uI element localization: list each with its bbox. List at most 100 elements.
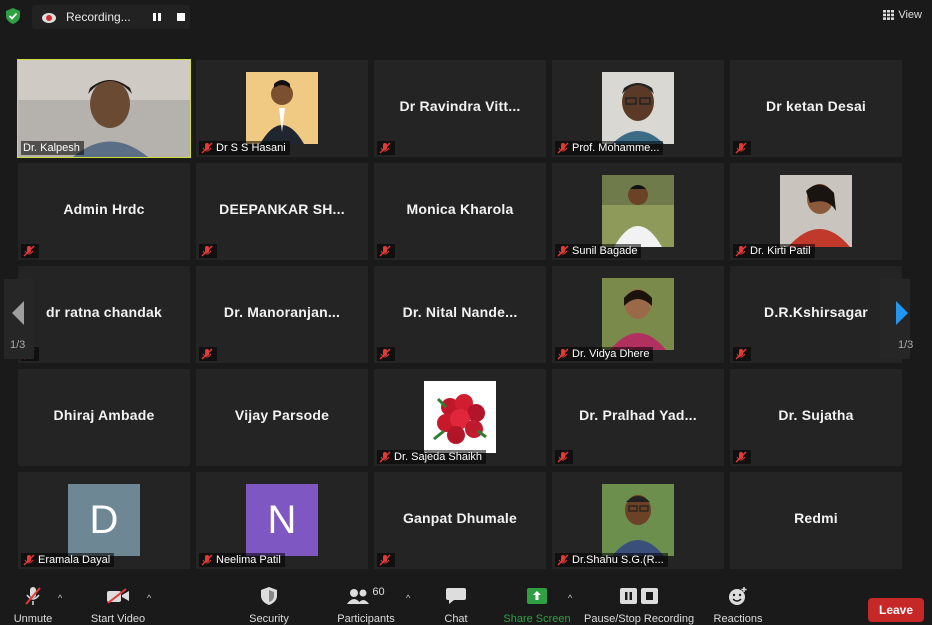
mic-muted-icon [557, 348, 569, 360]
mic-muted-icon [201, 348, 213, 360]
profile-photo [602, 72, 674, 144]
chevron-right-icon [896, 301, 908, 325]
participant-name-label [199, 244, 217, 258]
participant-tile[interactable]: Monica Kharola [374, 163, 546, 260]
participant-tile[interactable]: Dr. Manoranjan... [196, 266, 368, 363]
mic-muted-icon [557, 142, 569, 154]
participant-tile[interactable]: Sunil Bagade [552, 163, 724, 260]
profile-photo [246, 72, 318, 144]
start-video-button[interactable]: Start Video [88, 579, 148, 625]
reactions-button[interactable]: Reactions [710, 579, 766, 625]
stop-recording-icon[interactable] [176, 12, 186, 22]
unmute-button[interactable]: Unmute [8, 579, 58, 625]
participant-tile[interactable]: Dr. Nital Nande... [374, 266, 546, 363]
initial-avatar: D [68, 484, 140, 556]
participant-name-label: Dr.Shahu S.G.(R... [555, 553, 668, 567]
participant-name: Vijay Parsode [234, 407, 330, 423]
next-page-button[interactable]: 1/3 [880, 279, 914, 359]
participant-tile[interactable]: Dr. Kirti Patil [730, 163, 902, 260]
shield-icon [261, 587, 277, 605]
participant-name-label: Sunil Bagade [555, 244, 642, 258]
participant-name-label: Prof. Mohamme... [555, 141, 664, 155]
pause-stop-recording-button[interactable]: Pause/Stop Recording [584, 579, 694, 625]
participant-tile[interactable]: Redmi [730, 472, 902, 569]
previous-page-button[interactable]: 1/3 [4, 279, 34, 359]
pause-recording-icon[interactable] [152, 12, 162, 22]
mic-muted-icon [379, 554, 391, 566]
participant-tile[interactable]: DEEPANKAR SH... [196, 163, 368, 260]
participants-button[interactable]: 60 Participants [332, 579, 400, 625]
participant-tile[interactable]: D.R.Kshirsagar [730, 266, 902, 363]
participant-name-label [199, 347, 217, 361]
page-indicator-right: 1/3 [898, 339, 914, 351]
mic-muted-icon [557, 245, 569, 257]
meeting-toolbar: Unmute ^ Start Video ^ Security 60 Parti… [4, 579, 928, 625]
participant-tile[interactable]: Ganpat Dhumale [374, 472, 546, 569]
video-off-icon [107, 588, 129, 604]
participant-name: Dr. Sujatha [778, 407, 854, 423]
share-screen-button[interactable]: Share Screen [502, 579, 572, 625]
mic-muted-icon [557, 554, 569, 566]
participant-name-label: Dr. Kirti Patil [733, 244, 815, 258]
mic-muted-icon [735, 142, 747, 154]
participant-tile[interactable]: Prof. Mohamme... [552, 60, 724, 157]
participant-name-label: Neelima Patil [199, 553, 285, 567]
participant-name: Dr. Manoranjan... [223, 304, 341, 320]
participant-name-label [377, 141, 395, 155]
recording-cloud-icon [42, 13, 56, 23]
leave-button[interactable]: Leave [868, 598, 924, 622]
mic-muted-icon [201, 245, 213, 257]
participant-name-label [733, 141, 751, 155]
audio-options-caret[interactable]: ^ [58, 593, 62, 603]
profile-photo [602, 484, 674, 556]
participant-tile-active-speaker[interactable]: Dr. Kalpesh [17, 59, 191, 158]
participant-tile[interactable]: Dr. Pralhad Yad... [552, 369, 724, 466]
participant-name-label: Dr. Kalpesh [21, 141, 84, 155]
share-screen-icon [527, 588, 547, 604]
mic-muted-icon [379, 451, 391, 463]
top-bar: Recording... View [4, 4, 928, 30]
share-options-caret[interactable]: ^ [568, 593, 572, 603]
participants-options-caret[interactable]: ^ [406, 593, 410, 603]
encryption-shield-icon[interactable] [6, 8, 20, 24]
participant-name-label [555, 450, 573, 464]
profile-photo [602, 278, 674, 350]
meeting-window: Recording... View Dr. Kalpesh Dr S S Has… [4, 4, 928, 625]
participant-tile[interactable]: Dr. Vidya Dhere [552, 266, 724, 363]
participant-name-label: Dr. Sajeda Shaikh [377, 450, 487, 464]
participant-tile[interactable]: dr ratna chandak [18, 266, 190, 363]
participant-tile[interactable]: Dhiraj Ambade [18, 369, 190, 466]
participant-tile[interactable]: Dr. Sujatha [730, 369, 902, 466]
participant-tile[interactable]: Admin Hrdc [18, 163, 190, 260]
participant-tile[interactable]: Dr. Sajeda Shaikh [374, 369, 546, 466]
participant-name: Dr ketan Desai [765, 98, 867, 114]
reactions-emoji-icon [729, 587, 747, 605]
participant-tile[interactable]: Dr Ravindra Vitt... [374, 60, 546, 157]
mic-muted-icon [735, 451, 747, 463]
participant-tile[interactable]: D Eramala Dayal [18, 472, 190, 569]
participant-name-label [733, 347, 751, 361]
recording-indicator: Recording... [32, 5, 190, 29]
participant-name: Dr. Pralhad Yad... [579, 407, 697, 423]
chevron-left-icon [12, 301, 24, 325]
participant-tile[interactable]: Vijay Parsode [196, 369, 368, 466]
mic-muted-icon [379, 348, 391, 360]
participant-name: DEEPANKAR SH... [219, 201, 345, 217]
participant-name: Ganpat Dhumale [402, 510, 518, 526]
participant-tile[interactable]: N Neelima Patil [196, 472, 368, 569]
video-options-caret[interactable]: ^ [147, 593, 151, 603]
profile-photo [602, 175, 674, 247]
chat-button[interactable]: Chat [436, 579, 476, 625]
participant-name-label [377, 347, 395, 361]
security-button[interactable]: Security [244, 579, 294, 625]
participant-tile[interactable]: Dr S S Hasani [196, 60, 368, 157]
view-button[interactable]: View [883, 9, 922, 21]
profile-photo [780, 175, 852, 247]
participant-name: Dr. Nital Nande... [402, 304, 518, 320]
participant-name: Dr Ravindra Vitt... [399, 98, 521, 114]
participant-tile[interactable]: Dr ketan Desai [730, 60, 902, 157]
participant-tile[interactable]: Dr.Shahu S.G.(R... [552, 472, 724, 569]
page-indicator-left: 1/3 [10, 339, 26, 351]
mic-muted-icon [379, 142, 391, 154]
mic-muted-icon [25, 587, 41, 605]
